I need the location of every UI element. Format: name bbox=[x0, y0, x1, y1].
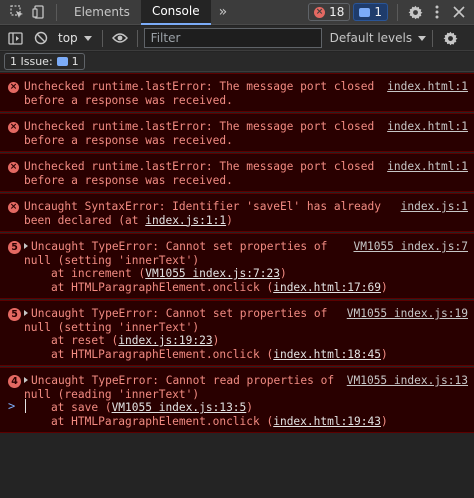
tab-elements[interactable]: Elements bbox=[63, 0, 141, 25]
toolbar-divider bbox=[397, 3, 398, 21]
close-devtools-icon[interactable] bbox=[448, 1, 470, 23]
console-messages: × Unchecked runtime.lastError: The messa… bbox=[0, 73, 474, 434]
sidebar-toggle-icon[interactable] bbox=[4, 27, 26, 49]
console-prompt[interactable]: > bbox=[0, 396, 474, 416]
stack-frame-text: ) bbox=[279, 267, 287, 280]
stack-frame-text: at HTMLParagraphElement.onclick ( bbox=[24, 414, 274, 428]
devtools-tab-bar: Elements Console » × 18 1 bbox=[0, 0, 474, 25]
error-text: before a response was received. bbox=[24, 93, 233, 107]
console-error-message: × Unchecked runtime.lastError: The messa… bbox=[0, 113, 474, 152]
stack-frame-link[interactable]: index.html:17:69 bbox=[273, 281, 381, 295]
stack-frame-link[interactable]: index.js:19:23 bbox=[118, 334, 212, 348]
error-text: before a response was received. bbox=[24, 133, 233, 147]
toolbar-divider bbox=[432, 29, 434, 47]
error-count-badge[interactable]: × 18 bbox=[308, 3, 351, 21]
console-error-message: × Uncaught SyntaxError: Identifier 'save… bbox=[0, 193, 474, 232]
filter-input[interactable] bbox=[143, 28, 322, 48]
error-text: Uncaught SyntaxError: Identifier 'saveEl… bbox=[24, 200, 381, 213]
error-text: Unchecked runtime.lastError: The message… bbox=[24, 160, 375, 173]
repeat-count-badge: 4 bbox=[8, 375, 21, 388]
prompt-chevron-icon: > bbox=[8, 399, 16, 413]
issues-button[interactable]: 1 Issue: 1 bbox=[4, 53, 85, 70]
issue-icon bbox=[359, 7, 371, 17]
error-text: Uncaught TypeError: Cannot set propertie… bbox=[31, 240, 328, 253]
error-icon: × bbox=[8, 82, 19, 93]
error-text: Uncaught TypeError: Cannot read properti… bbox=[31, 374, 335, 387]
expand-triangle-icon[interactable] bbox=[24, 310, 28, 316]
log-levels-dropdown[interactable]: Default levels bbox=[329, 31, 427, 45]
error-icon: × bbox=[8, 162, 19, 173]
error-text: Unchecked runtime.lastError: The message… bbox=[24, 80, 375, 93]
stack-frame-text: at HTMLParagraphElement.onclick ( bbox=[24, 280, 274, 294]
expand-triangle-icon[interactable] bbox=[24, 377, 28, 383]
error-text: Uncaught TypeError: Cannot set propertie… bbox=[31, 307, 328, 320]
repeat-count-badge: 5 bbox=[8, 308, 21, 321]
source-link[interactable]: VM1055 index.js:7 bbox=[353, 240, 468, 254]
source-link[interactable]: index.html:1 bbox=[387, 160, 468, 174]
inspect-element-icon[interactable] bbox=[6, 1, 28, 23]
context-selector[interactable]: top bbox=[58, 31, 92, 45]
log-levels-label: Default levels bbox=[329, 31, 413, 45]
stack-frame-text: ) bbox=[212, 334, 220, 347]
error-icon: × bbox=[314, 6, 326, 18]
issue-icon bbox=[56, 57, 68, 66]
toolbar-divider bbox=[101, 29, 103, 47]
error-text: null (setting 'innerText') bbox=[24, 320, 200, 334]
context-label: top bbox=[58, 31, 78, 45]
issues-bar: 1 Issue: 1 bbox=[0, 52, 474, 72]
error-text: Unchecked runtime.lastError: The message… bbox=[24, 120, 375, 133]
more-options-kebab-icon[interactable] bbox=[426, 1, 448, 23]
console-error-message: 5 Uncaught TypeError: Cannot set propert… bbox=[0, 300, 474, 366]
inline-source-link[interactable]: index.js:1:1 bbox=[145, 214, 226, 228]
repeat-count-badge: 5 bbox=[8, 241, 21, 254]
console-error-message: × Unchecked runtime.lastError: The messa… bbox=[0, 153, 474, 192]
stack-frame-link[interactable]: index.html:19:43 bbox=[273, 415, 381, 429]
error-icon: × bbox=[8, 122, 19, 133]
error-count: 18 bbox=[329, 5, 345, 19]
source-link[interactable]: VM1055 index.js:13 bbox=[347, 374, 468, 388]
console-error-message: × Unchecked runtime.lastError: The messa… bbox=[0, 73, 474, 112]
console-settings-gear-icon[interactable] bbox=[439, 27, 461, 49]
toolbar-divider bbox=[56, 3, 57, 21]
stack-frame-text: at increment ( bbox=[24, 267, 146, 280]
chevron-down-icon bbox=[83, 35, 92, 41]
more-tabs-button[interactable]: » bbox=[211, 0, 236, 25]
expand-triangle-icon[interactable] bbox=[24, 243, 28, 249]
stack-frame-text: ) bbox=[381, 414, 388, 428]
stack-frame-text: at HTMLParagraphElement.onclick ( bbox=[24, 347, 274, 361]
chevron-down-icon bbox=[418, 35, 427, 41]
issue-count: 1 bbox=[374, 5, 382, 19]
issue-count-badge[interactable]: 1 bbox=[353, 3, 388, 21]
stack-frame-link[interactable]: VM1055 index.js:7:23 bbox=[145, 267, 280, 281]
source-link[interactable]: VM1055 index.js:19 bbox=[347, 307, 468, 321]
console-error-message: 5 Uncaught TypeError: Cannot set propert… bbox=[0, 233, 474, 299]
error-text: been declared (at bbox=[24, 213, 146, 227]
error-text: before a response was received. bbox=[24, 173, 233, 187]
tab-console[interactable]: Console bbox=[140, 0, 211, 25]
source-link[interactable]: index.js:1 bbox=[401, 200, 468, 214]
stack-frame-text: ) bbox=[381, 347, 388, 361]
stack-frame-text: ) bbox=[381, 280, 388, 294]
text-cursor bbox=[25, 399, 27, 413]
stack-frame-text: at reset ( bbox=[24, 334, 119, 347]
console-filter-bar: top Default levels bbox=[0, 26, 474, 51]
error-text: null (setting 'innerText') bbox=[24, 253, 200, 267]
source-link[interactable]: index.html:1 bbox=[387, 120, 468, 134]
clear-console-icon[interactable] bbox=[30, 27, 52, 49]
source-link[interactable]: index.html:1 bbox=[387, 80, 468, 94]
toolbar-divider bbox=[136, 29, 138, 47]
stack-frame-link[interactable]: index.html:18:45 bbox=[273, 348, 381, 362]
live-expression-eye-icon[interactable] bbox=[109, 27, 131, 49]
issues-label: 1 Issue: bbox=[10, 55, 53, 68]
error-icon: × bbox=[8, 202, 19, 213]
error-text: ) bbox=[226, 213, 233, 227]
device-toolbar-icon[interactable] bbox=[28, 1, 50, 23]
settings-gear-icon[interactable] bbox=[404, 1, 426, 23]
issues-count: 1 bbox=[71, 55, 79, 68]
